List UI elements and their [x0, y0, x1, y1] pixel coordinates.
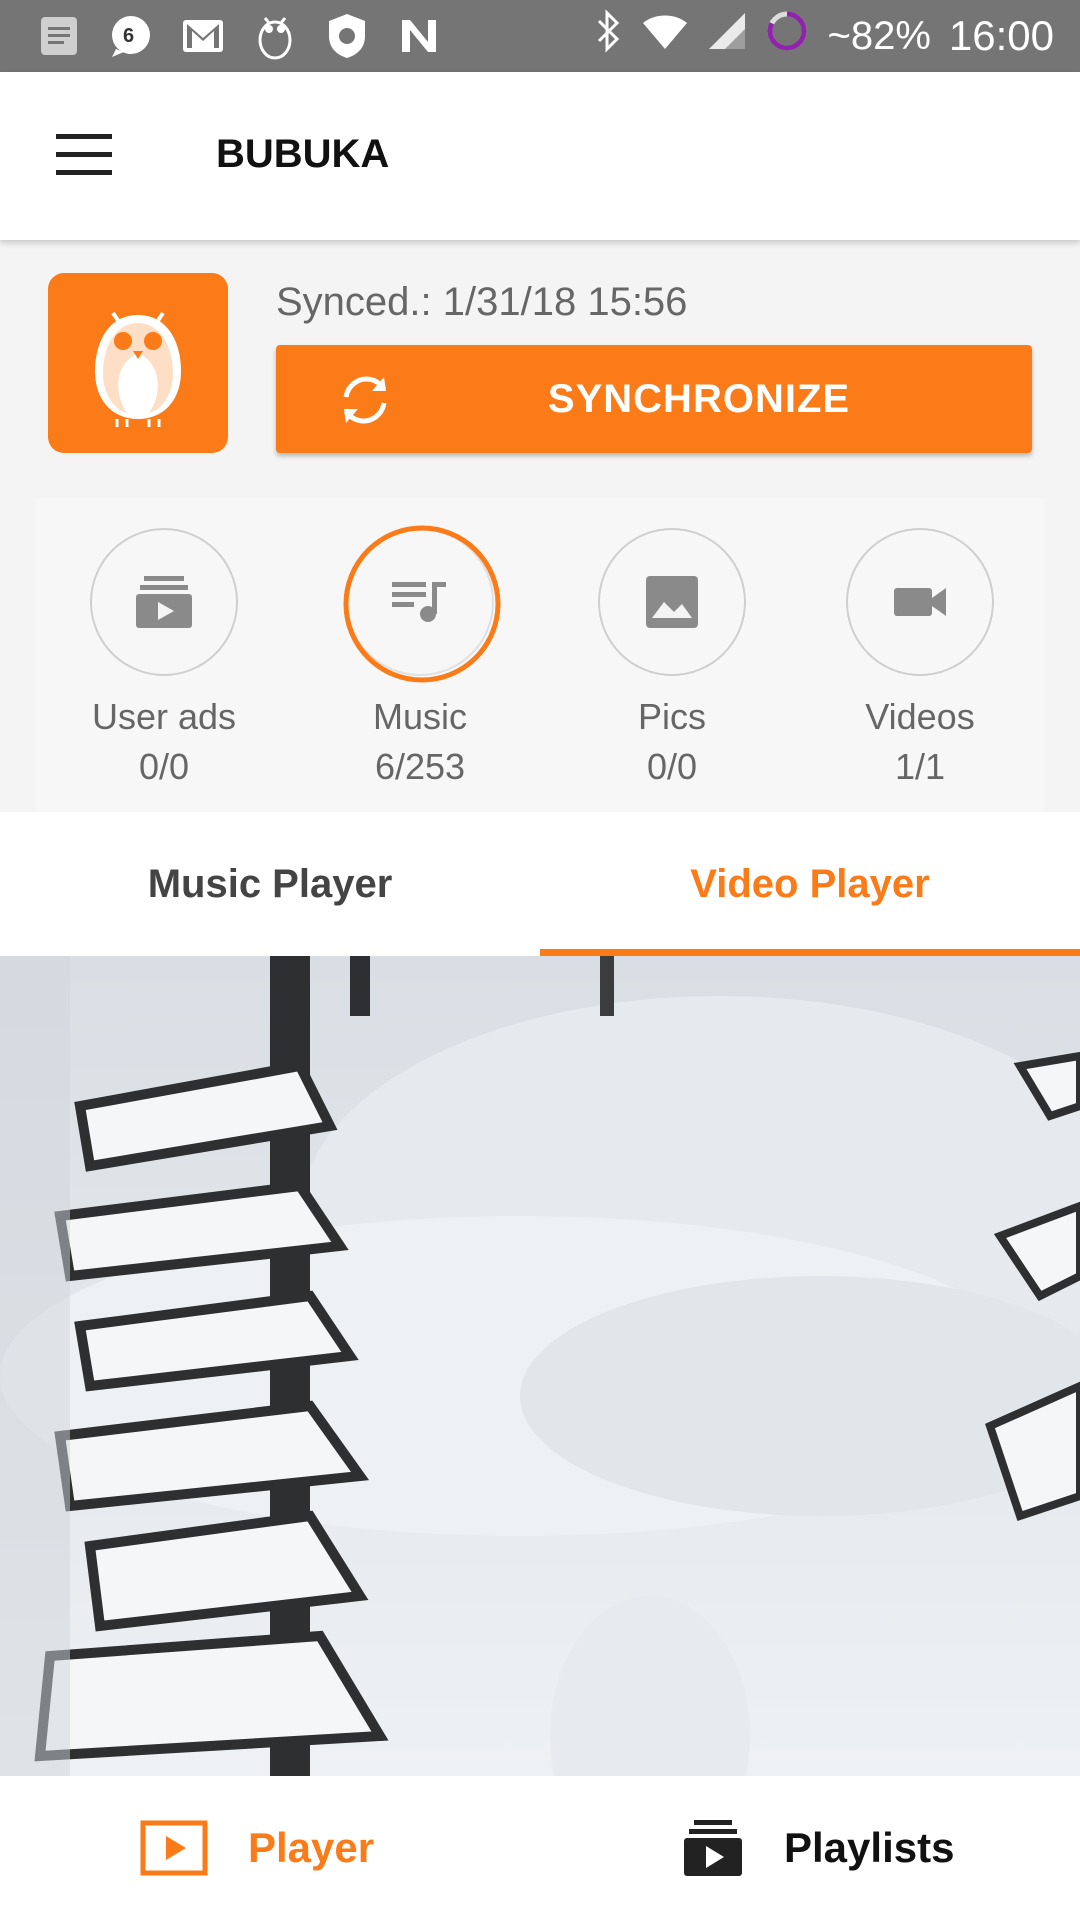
wifi-icon [641, 11, 689, 61]
user-ads-circle [90, 528, 238, 676]
synchronize-label: SYNCHRONIZE [547, 377, 851, 421]
app-bar: BUBUKA [0, 72, 1080, 240]
music-progress-ring [343, 525, 501, 683]
pics-circle [598, 528, 746, 676]
videocam-icon [894, 588, 946, 616]
tab-music-player[interactable]: Music Player [0, 812, 540, 956]
videos-circle [846, 528, 994, 676]
stat-count: 1/1 [894, 746, 946, 787]
stat-name: User ads [91, 696, 237, 737]
n-icon [396, 13, 442, 59]
clock: 16:00 [948, 12, 1054, 59]
owl-icon [252, 13, 298, 60]
stat-pics[interactable]: Pics 0/0 [572, 528, 772, 788]
synced-timestamp: Synced.: 1/31/18 15:56 [276, 280, 688, 324]
stat-count: 0/0 [138, 746, 190, 787]
tab-video-player[interactable]: Video Player [540, 812, 1080, 956]
gmail-icon [180, 13, 226, 59]
app-title: BUBUKA [216, 132, 390, 176]
video-frame-image [0, 956, 1080, 1776]
nav-player[interactable]: Player [140, 1776, 374, 1920]
stat-count: 6/253 [374, 746, 466, 787]
stat-videos[interactable]: Videos 1/1 [820, 528, 1020, 788]
video-player-view[interactable] [0, 956, 1080, 1776]
music-circle [343, 525, 501, 683]
playlist-play-icon [136, 576, 192, 628]
nav-playlists-label: Playlists [784, 1824, 955, 1871]
owl-logo-icon [48, 273, 228, 453]
signal-icon [707, 11, 747, 61]
stat-count: 0/0 [646, 746, 698, 787]
bluetooth-icon [593, 9, 623, 63]
system-status: ~82% 16:00 [593, 0, 1054, 72]
notes-icon [36, 13, 82, 59]
status-bar: 6 ~82% 16:00 [0, 0, 1080, 72]
hamburger-menu-icon[interactable] [56, 134, 112, 175]
stat-music[interactable]: Music 6/253 [320, 525, 520, 788]
bottom-navigation: Player Playlists [0, 1776, 1080, 1920]
sync-panel: Synced.: 1/31/18 15:56 SYNCHRONIZE User [0, 240, 1080, 812]
notification-icons: 6 [0, 13, 442, 60]
nav-playlists[interactable]: Playlists [682, 1776, 954, 1920]
play-box-icon [140, 1820, 208, 1876]
sync-stats: User ads 0/0 Music 6/253 Pics 0/0 Videos… [36, 498, 1044, 812]
notification-badge: 6 [123, 25, 135, 47]
playlist-play-icon [684, 1820, 742, 1876]
chat-bubble-icon: 6 [108, 13, 154, 59]
stat-user-ads[interactable]: User ads 0/0 [64, 528, 264, 788]
stat-name: Videos [865, 696, 975, 737]
synchronize-button[interactable]: SYNCHRONIZE [276, 345, 1032, 453]
stat-name: Pics [637, 696, 706, 737]
battery-ring-icon [765, 9, 809, 63]
active-tab-indicator [540, 949, 1080, 956]
image-icon [646, 576, 698, 628]
shield-icon [324, 13, 370, 59]
nav-player-label: Player [248, 1824, 375, 1871]
battery-percent: ~82% [827, 13, 931, 58]
stat-name: Music [372, 696, 467, 737]
player-tabs: Music Player Video Player [0, 812, 1080, 956]
